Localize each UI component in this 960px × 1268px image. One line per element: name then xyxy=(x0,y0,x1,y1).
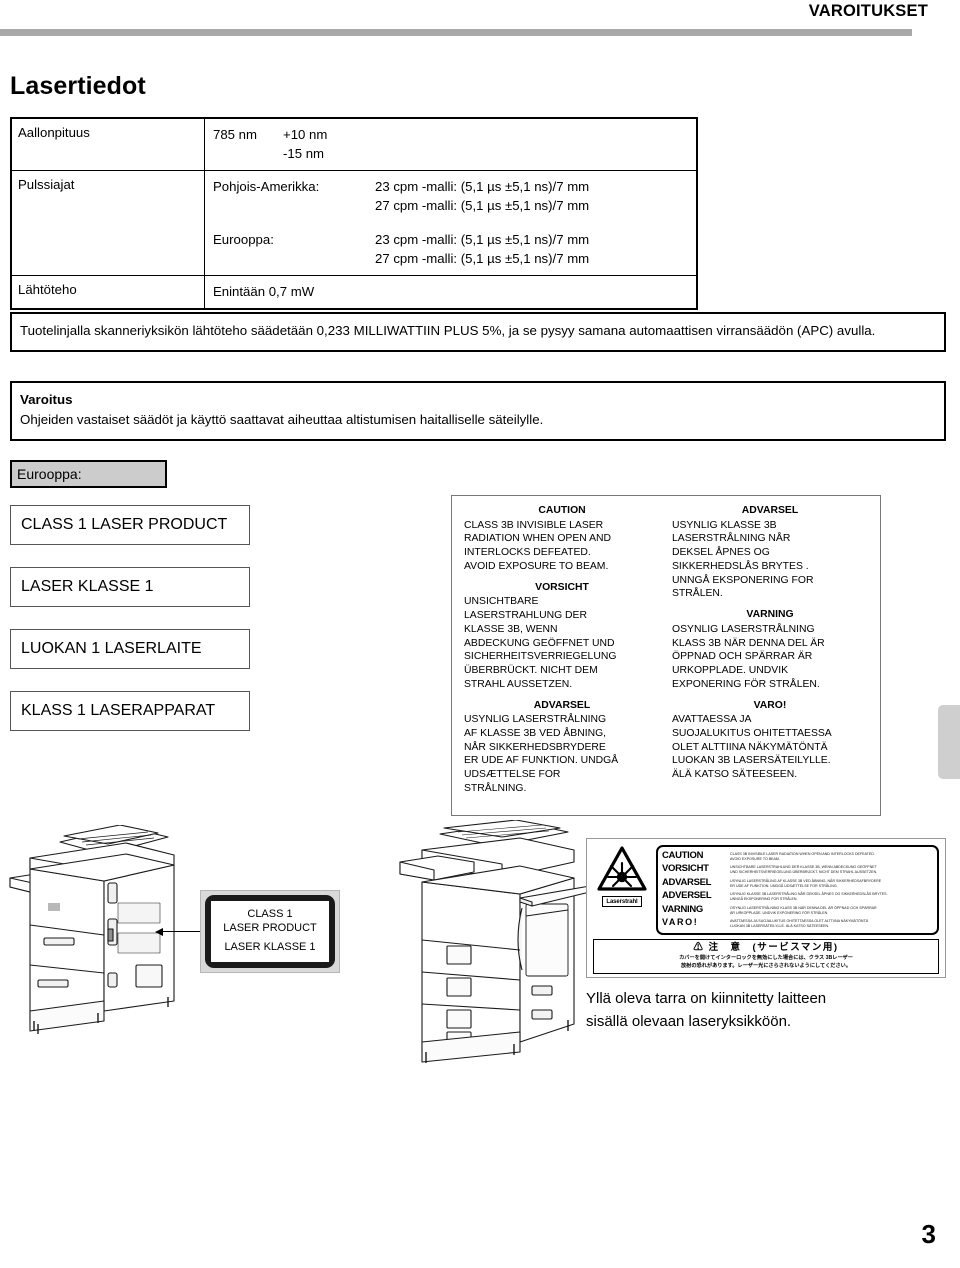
spec-value-wavelength: 785 nm +10 nm -15 nm xyxy=(204,117,698,172)
note-warning-text: Ohjeiden vastaiset säädöt ja käyttö saat… xyxy=(20,411,544,427)
spec-label-pulse-times: Pulssiajat xyxy=(10,170,205,276)
table-row: Aallonpituus 785 nm +10 nm -15 nm xyxy=(10,117,698,172)
class1-label-callout: CLASS 1 LASER PRODUCT LASER KLASSE 1 xyxy=(200,890,340,973)
copier-illustration-front xyxy=(399,820,599,1063)
class-label-box-class1-laser-product: CLASS 1 LASER PRODUCT xyxy=(10,505,250,545)
class-label-box-laser-klasse-1: LASER KLASSE 1 xyxy=(10,567,250,607)
japanese-notice-title-text: 注 意 (サービスマン用) xyxy=(708,942,839,953)
pulse-line: 23 cpm -malli: (5,1 µs ±5,1 ns)/7 mm xyxy=(375,231,590,247)
warning-row-adversel: ADVERSEL USYNLIG KLASSE 3B LASERSTRÅLING… xyxy=(662,891,933,902)
page-title: Lasertiedot xyxy=(10,72,146,100)
warning-row-caution: CAUTION CLASS 3B INVISIBLE LASER RADIATI… xyxy=(662,851,933,862)
callout-line-1: CLASS 1 xyxy=(247,907,293,920)
caution-block-varning: VARNING OSYNLIG LASERSTRÅLNING KLASS 3B … xyxy=(672,608,868,691)
callout-line-3: LASER KLASSE 1 xyxy=(224,941,316,954)
copier-illustration-rear xyxy=(9,825,175,1034)
pulse-region-label: Eurooppa: xyxy=(213,231,274,247)
caution-body: UNSICHTBARE LASERSTRAHLUNG DER KLASSE 3B… xyxy=(464,596,617,690)
pulse-line: 23 cpm -malli: (5,1 µs ±5,1 ns)/7 mm xyxy=(375,179,590,195)
wavelength-nominal: 785 nm xyxy=(213,127,257,142)
pulse-region-label: Pohjois-Amerikka: xyxy=(213,179,320,195)
spec-label-output-power: Lähtöteho xyxy=(10,274,205,310)
warning-word: CAUTION xyxy=(662,850,704,861)
callout-arrow xyxy=(155,927,202,936)
caution-body: AVATTAESSA JA SUOJALUKITUS OHITETTAESSA … xyxy=(672,714,832,781)
warning-row-varo: VARO! AVATTAESSA JA SUOJALUKITUS OHITETT… xyxy=(662,918,933,929)
japanese-notice-body: カバーを開けてインターロックを無効にした場合には、クラス 3Bレーザー 放射の恐… xyxy=(679,955,853,969)
warning-word: VARO! xyxy=(662,917,699,928)
header-rule xyxy=(0,29,912,36)
caution-block-vorsicht: VORSICHT UNSICHTBARE LASERSTRAHLUNG DER … xyxy=(464,581,660,692)
caution-heading: ADVARSEL xyxy=(533,699,591,711)
spec-value-pulse-times: Pohjois-Amerikka: 23 cpm -malli: (5,1 µs… xyxy=(204,170,698,276)
laser-hazard-icon xyxy=(597,846,647,891)
label-location-caption: Yllä oleva tarra on kiinnitetty laitteen… xyxy=(586,990,827,1030)
caution-body: USYNLIG LASERSTRÅLNING AF KLASSE 3B VED … xyxy=(464,714,619,794)
europe-heading-chip: Eurooppa: xyxy=(10,460,167,488)
warning-triangle-icon: ⚠ xyxy=(693,942,705,953)
note-box-warning: Varoitus Ohjeiden vastaiset säädöt ja kä… xyxy=(10,381,946,441)
caution-heading: VORSICHT xyxy=(535,581,589,593)
caution-heading: ADVARSEL xyxy=(741,505,799,516)
wavelength-tol-plus: +10 nm xyxy=(283,127,328,142)
warning-row-varning: VARNING OSYNLIG LASERSTRÅLNING KLASS 3B … xyxy=(662,905,933,916)
page-edge-tab-marker xyxy=(938,705,960,779)
note-apc-text: Tuotelinjalla skanneriyksikön lähtöteho … xyxy=(20,323,876,338)
callout-line-2: LASER PRODUCT xyxy=(223,921,317,934)
caution-block-advarsel-no: ADVARSEL USYNLIG KLASSE 3B LASERSTRÅLNIN… xyxy=(672,504,868,601)
laser-spec-table: Aallonpituus 785 nm +10 nm -15 nm Pulssi… xyxy=(10,117,698,310)
warning-row-advarsel: ADVARSEL USYNLIG LASERSTRÅLING AF KLASSE… xyxy=(662,878,933,889)
warning-desc: USYNLIG LASERSTRÅLING AF KLASSE 3B VED Å… xyxy=(730,878,882,888)
wavelength-tol-minus: -15 nm xyxy=(283,146,325,162)
note-warning-title: Varoitus xyxy=(20,392,73,407)
japanese-service-notice: ⚠ 注 意 (サービスマン用) カバーを開けてインターロックを無効にした場合には… xyxy=(593,939,939,975)
caution-block-caution: CAUTION CLASS 3B INVISIBLE LASER RADIATI… xyxy=(464,504,660,574)
pulse-line: 27 cpm -malli: (5,1 µs ±5,1 ns)/7 mm xyxy=(375,198,590,214)
pulse-group-north-america: Pohjois-Amerikka: 23 cpm -malli: (5,1 µs… xyxy=(213,177,696,215)
warning-word: VARNING xyxy=(662,903,704,915)
page-header: VAROITUKSET xyxy=(0,0,960,40)
note-box-apc: Tuotelinjalla skanneriyksikön lähtöteho … xyxy=(10,312,946,352)
caution-block-advarsel-da: ADVARSEL USYNLIG LASERSTRÅLNING AF KLASS… xyxy=(464,699,660,796)
caution-body: CLASS 3B INVISIBLE LASER RADIATION WHEN … xyxy=(464,519,612,572)
page-header-title: VAROITUKSET xyxy=(808,2,928,20)
warning-desc: CLASS 3B INVISIBLE LASER RADIATION WHEN … xyxy=(730,852,875,861)
caution-body: OSYNLIG LASERSTRÅLNING KLASS 3B NÄR DENN… xyxy=(672,623,825,690)
caution-heading: VARNING xyxy=(746,609,794,621)
warning-desc: UNSICHTBARE LASERSTRAHLUNG DER KLASSE 3B… xyxy=(730,865,878,875)
caution-column-right: ADVARSEL USYNLIG KLASSE 3B LASERSTRÅLNIN… xyxy=(666,504,874,809)
warning-desc: AVATTAESSA JA SUOJALUKITUS OHITETTAESSA … xyxy=(730,919,869,929)
warning-row-vorsicht: VORSICHT UNSICHTBARE LASERSTRAHLUNG DER … xyxy=(662,864,933,875)
warning-desc: OSYNLIG LASERSTRÅLNING KLASS 3B NÄR DENN… xyxy=(730,905,877,915)
pulse-group-europe: Eurooppa: 23 cpm -malli: (5,1 µs ±5,1 ns… xyxy=(213,230,696,268)
pulse-line: 27 cpm -malli: (5,1 µs ±5,1 ns)/7 mm xyxy=(375,250,590,266)
caution-block-varo: VARO! AVATTAESSA JA SUOJALUKITUS OHITETT… xyxy=(672,699,868,782)
spec-value-output-power: Enintään 0,7 mW xyxy=(204,274,698,310)
laser-warning-label: Laserstrahl CAUTION CLASS 3B INVISIBLE L… xyxy=(586,838,946,978)
laser-symbol-column: Laserstrahl xyxy=(593,845,651,935)
warning-word: ADVARSEL xyxy=(662,876,712,888)
warning-desc: USYNLIG KLASSE 3B LASERSTRÅLING NÅR DEKS… xyxy=(730,892,888,902)
caution-body: USYNLIG KLASSE 3B LASERSTRÅLNING NÅR DEK… xyxy=(672,519,814,600)
caution-heading: VARO! xyxy=(753,699,787,711)
multilingual-caution-panel: CAUTION CLASS 3B INVISIBLE LASER RADIATI… xyxy=(451,495,881,816)
class-label-box-klass-1-laserapparat: KLASS 1 LASERAPPARAT xyxy=(10,691,250,731)
japanese-notice-title: ⚠ 注 意 (サービスマン用) xyxy=(598,942,934,954)
table-row: Pulssiajat Pohjois-Amerikka: 23 cpm -mal… xyxy=(10,170,698,276)
caution-heading: CAUTION xyxy=(538,505,586,516)
caution-column-left: CAUTION CLASS 3B INVISIBLE LASER RADIATI… xyxy=(458,504,666,809)
laserstrahl-caption: Laserstrahl xyxy=(602,896,642,907)
warning-word: VORSICHT xyxy=(662,863,709,875)
table-row: Lähtöteho Enintään 0,7 mW xyxy=(10,274,698,310)
warning-word: ADVERSEL xyxy=(662,890,712,902)
spec-label-wavelength: Aallonpituus xyxy=(10,117,205,172)
page-number: 3 xyxy=(921,1219,936,1249)
warning-language-strip: CAUTION CLASS 3B INVISIBLE LASER RADIATI… xyxy=(656,845,939,935)
output-power-value: Enintään 0,7 mW xyxy=(213,283,315,299)
class-label-box-luokan-1-laserlaite: LUOKAN 1 LASERLAITE xyxy=(10,629,250,669)
